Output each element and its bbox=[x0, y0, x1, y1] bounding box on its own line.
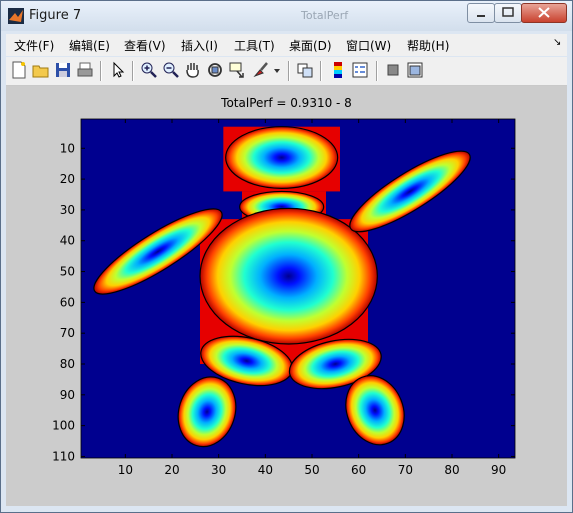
x-tick-label: 70 bbox=[398, 463, 413, 477]
x-tick-label: 10 bbox=[118, 463, 133, 477]
x-tick-label: 60 bbox=[351, 463, 366, 477]
open-file-icon[interactable] bbox=[32, 61, 50, 79]
menu-insert[interactable]: 插入(I) bbox=[181, 37, 218, 54]
y-tick-label: 50 bbox=[60, 265, 75, 279]
hide-plot-tools-icon[interactable] bbox=[384, 61, 402, 79]
toolbar-separator bbox=[100, 61, 102, 81]
menu-dock-arrow[interactable]: ↘ bbox=[553, 37, 561, 48]
menu-tools[interactable]: 工具(T) bbox=[234, 37, 275, 54]
x-tick-label: 30 bbox=[211, 463, 226, 477]
x-tick-label: 40 bbox=[258, 463, 273, 477]
save-icon[interactable] bbox=[54, 61, 72, 79]
y-tick-label: 110 bbox=[52, 449, 75, 463]
data-cursor-icon[interactable] bbox=[228, 61, 246, 79]
pointer-arrow-icon[interactable] bbox=[109, 61, 127, 79]
menu-view[interactable]: 查看(V) bbox=[124, 37, 166, 54]
menu-window[interactable]: 窗口(W) bbox=[346, 37, 391, 54]
colorbar-icon[interactable] bbox=[329, 61, 347, 79]
figure-toolbar bbox=[6, 57, 567, 86]
window-title: Figure 7 bbox=[29, 8, 82, 23]
menu-file[interactable]: 文件(F) bbox=[14, 37, 54, 54]
maximize-button[interactable] bbox=[494, 3, 522, 23]
y-tick-label: 30 bbox=[60, 203, 75, 217]
brush-dropdown-icon[interactable] bbox=[272, 61, 282, 79]
close-icon bbox=[538, 7, 550, 18]
menu-bar: 文件(F) 编辑(E) 查看(V) 插入(I) 工具(T) 桌面(D) 窗口(W… bbox=[6, 34, 567, 56]
toolbar-separator bbox=[320, 61, 322, 81]
heatmap-axes[interactable]: 10 20 30 40 50 60 70 80 90 10 20 30 40 50 60 70 80 90 100 1… bbox=[6, 86, 567, 506]
show-plot-tools-icon[interactable] bbox=[406, 61, 424, 79]
maximize-icon bbox=[502, 7, 514, 17]
y-tick-label: 40 bbox=[60, 234, 75, 248]
toolbar-separator bbox=[376, 61, 378, 81]
close-button[interactable] bbox=[521, 3, 567, 23]
y-tick-label: 100 bbox=[52, 419, 75, 433]
menu-edit[interactable]: 编辑(E) bbox=[69, 37, 110, 54]
y-tick-label: 20 bbox=[60, 172, 75, 186]
y-tick-label: 60 bbox=[60, 295, 75, 309]
y-tick-label: 70 bbox=[60, 326, 75, 340]
background-window-title: TotalPerf bbox=[301, 9, 349, 22]
new-figure-icon[interactable] bbox=[10, 61, 28, 79]
zoom-in-icon[interactable] bbox=[140, 61, 158, 79]
toolbar-separator bbox=[288, 61, 290, 81]
legend-icon[interactable] bbox=[351, 61, 369, 79]
x-tick-label: 50 bbox=[304, 463, 319, 477]
link-plot-icon[interactable] bbox=[296, 61, 314, 79]
x-tick-label: 80 bbox=[444, 463, 459, 477]
menu-desktop[interactable]: 桌面(D) bbox=[289, 37, 332, 54]
minimize-icon bbox=[477, 15, 485, 17]
minimize-button[interactable] bbox=[467, 3, 495, 23]
menu-help[interactable]: 帮助(H) bbox=[407, 37, 449, 54]
y-tick-label: 80 bbox=[60, 357, 75, 371]
x-tick-label: 20 bbox=[164, 463, 179, 477]
y-tick-label: 10 bbox=[60, 141, 75, 155]
figure-window: Figure 7 TotalPerf 文件(F) 编辑(E) 查看(V) 插入(… bbox=[0, 0, 573, 513]
figure-canvas: TotalPerf = 0.9310 - 8 10 20 30 40 50 60 70 80 bbox=[6, 86, 567, 506]
zoom-out-icon[interactable] bbox=[162, 61, 180, 79]
matlab-logo-icon bbox=[8, 8, 24, 24]
rotate-3d-icon[interactable] bbox=[206, 61, 224, 79]
title-bar[interactable]: Figure 7 TotalPerf bbox=[1, 1, 572, 31]
print-icon[interactable] bbox=[76, 61, 94, 79]
brush-icon[interactable] bbox=[252, 61, 270, 79]
pan-hand-icon[interactable] bbox=[184, 61, 202, 79]
toolbar-separator bbox=[132, 61, 134, 81]
y-tick-label: 90 bbox=[60, 388, 75, 402]
x-tick-label: 90 bbox=[491, 463, 506, 477]
